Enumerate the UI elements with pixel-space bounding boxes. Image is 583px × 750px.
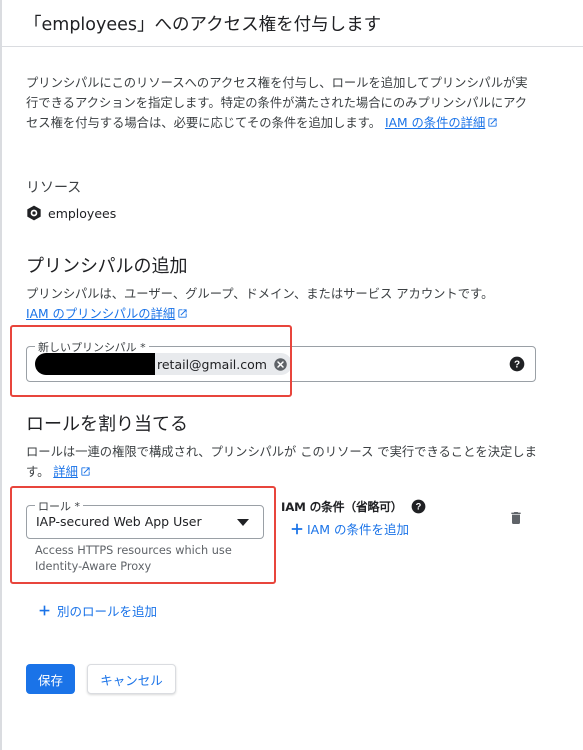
roles-description: ロールは一連の権限で構成され、プリンシパルが このリソース で実行できることを決… xyxy=(26,445,537,479)
intro-paragraph: プリンシパルにこのリソースへのアクセス権を付与し、ロールを追加してプリンシパルが… xyxy=(26,73,534,133)
external-link-icon xyxy=(178,309,187,318)
resource-label: リソース xyxy=(26,180,82,196)
iam-principals-link[interactable]: IAM のプリンシパルの詳細 xyxy=(26,307,188,321)
help-icon[interactable]: ? xyxy=(509,356,525,372)
plus-icon xyxy=(291,523,303,534)
gear-hex-icon xyxy=(27,205,41,221)
roles-heading: ロールを割り当てる xyxy=(26,414,188,435)
roles-learn-more-link[interactable]: 詳細 xyxy=(53,465,91,479)
help-icon[interactable]: ? xyxy=(411,499,426,514)
external-link-icon xyxy=(488,118,497,127)
resource-name: employees xyxy=(48,205,117,221)
iam-condition-label: IAM の条件（省略可） ? xyxy=(281,498,426,515)
add-iam-condition-button[interactable]: IAM の条件を追加 xyxy=(290,519,409,538)
save-button[interactable]: 保存 xyxy=(26,664,75,694)
principals-description: プリンシパルは、ユーザー、グループ、ドメイン、またはサービス アカウントです。 … xyxy=(26,287,494,321)
left-divider xyxy=(0,0,2,750)
dialog-header: 「employees」へのアクセス権を付与します xyxy=(2,0,583,47)
plus-icon xyxy=(39,605,50,616)
svg-text:?: ? xyxy=(416,502,422,512)
delete-icon[interactable] xyxy=(508,509,524,527)
svg-text:?: ? xyxy=(514,359,520,370)
highlight-box-principals xyxy=(10,325,292,397)
cancel-button[interactable]: キャンセル xyxy=(87,664,176,694)
iam-conditions-link[interactable]: IAM の条件の詳細 xyxy=(385,116,498,130)
resource-row: employees xyxy=(26,205,116,221)
principals-heading: プリンシパルの追加 xyxy=(26,256,188,277)
dialog-title: 「employees」へのアクセス権を付与します xyxy=(24,15,382,35)
external-link-icon xyxy=(81,467,90,476)
add-another-role-button[interactable]: 別のロールを追加 xyxy=(38,601,157,620)
highlight-box-role xyxy=(10,486,276,584)
